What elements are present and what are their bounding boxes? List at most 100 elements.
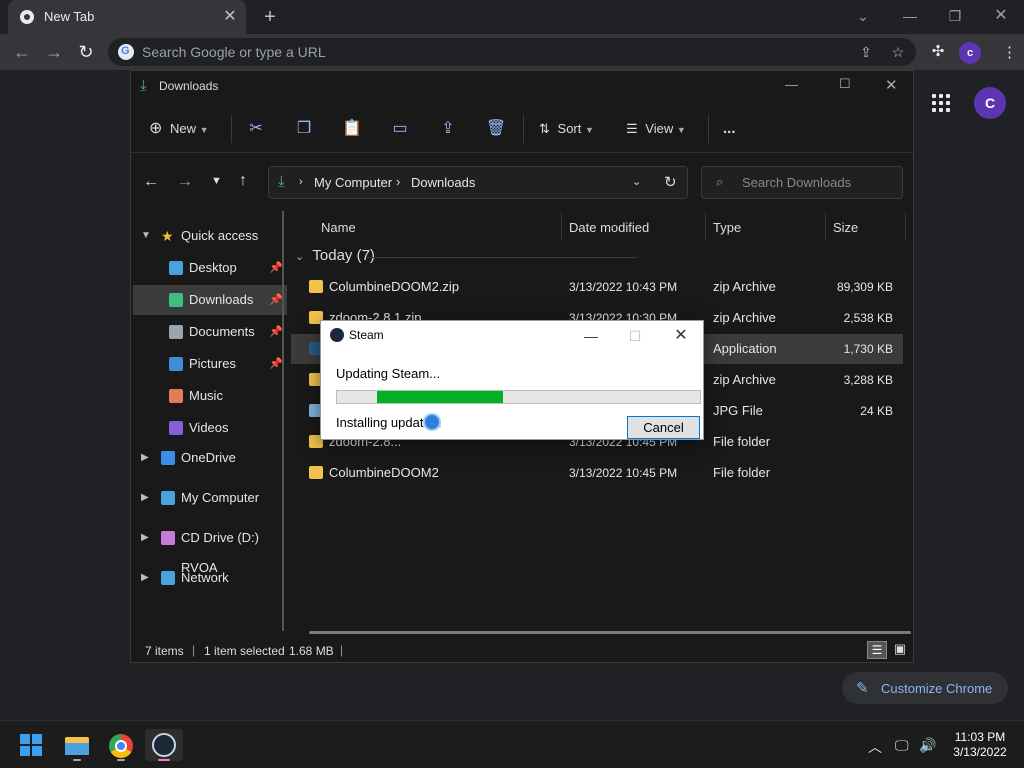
expand-chevron-icon[interactable]: ▶ — [141, 443, 149, 473]
column-header-name[interactable]: Name — [321, 215, 356, 241]
expand-chevron-icon[interactable]: ▶ — [141, 523, 149, 553]
tiles-view-icon[interactable]: ▣ — [891, 641, 909, 659]
steam-update-message: Updating Steam... — [336, 366, 441, 381]
sidebar-group-computer[interactable]: ▶ My Computer — [133, 483, 287, 513]
cut-icon[interactable]: ✂ — [244, 117, 268, 141]
expand-chevron-icon[interactable]: ▶ — [141, 483, 149, 513]
file-date: 3/13/2022 10:45 PM — [569, 466, 678, 480]
paste-icon[interactable]: 📋 — [340, 117, 364, 141]
omnibox[interactable]: Search Google or type a URL ⇪ ☆ — [108, 38, 916, 66]
address-bar[interactable]: ⤓ › My Computer › Downloads ⌄ ↻ — [268, 166, 688, 199]
extensions-puzzle-icon[interactable]: ✣ — [928, 42, 948, 62]
pencil-icon: ✎ — [856, 680, 869, 697]
explorer-maximize-button[interactable]: ☐ — [839, 76, 851, 92]
sort-button[interactable]: ⇅ Sort ▼ — [539, 115, 594, 143]
sort-label: Sort — [557, 121, 582, 136]
reload-icon[interactable]: ↻ — [74, 40, 98, 64]
sidebar-item-desktop[interactable]: Desktop 📌 — [133, 253, 287, 283]
breadcrumb-chevron-icon: › — [299, 176, 303, 188]
volume-icon[interactable]: 🔊 — [919, 737, 936, 754]
rename-icon[interactable]: ▭ — [388, 117, 412, 141]
nav-quick-access[interactable]: ▼ ★ Quick access — [133, 221, 287, 251]
new-button[interactable]: ⊕ New ▼ — [149, 115, 209, 143]
sidebar-group-cd-drive[interactable]: ▶ CD Drive (D:) RVOA — [133, 523, 287, 575]
search-box[interactable]: ⌕ Search Downloads — [701, 166, 903, 199]
sidebar-item-videos[interactable]: Videos — [133, 413, 287, 443]
copy-icon[interactable]: ❐ — [292, 117, 316, 141]
share-icon[interactable]: ⇪ — [856, 42, 876, 62]
tab-title: New Tab — [44, 9, 95, 24]
forward-arrow-icon[interactable]: → — [177, 173, 193, 191]
column-header-date[interactable]: Date modified — [569, 215, 649, 241]
steam-taskbar-button[interactable] — [145, 729, 183, 761]
collapse-chevron-icon[interactable]: ⌄ — [295, 251, 304, 263]
back-arrow-icon[interactable]: ← — [10, 40, 34, 64]
more-options-button[interactable]: ... — [723, 115, 736, 143]
tray-overflow-chevron-icon[interactable]: ︿ — [868, 737, 882, 757]
refresh-icon[interactable]: ↻ — [664, 173, 677, 191]
google-account-avatar[interactable]: C — [974, 87, 1006, 119]
steam-close-button[interactable]: ✕ — [661, 323, 701, 349]
horizontal-scrollbar[interactable] — [309, 631, 911, 634]
address-history-chevron-icon[interactable]: ⌄ — [632, 175, 641, 188]
up-arrow-icon[interactable]: ↑ — [239, 172, 247, 190]
explorer-title: Downloads — [159, 79, 219, 93]
chrome-taskbar-button[interactable] — [102, 729, 140, 761]
explorer-minimize-button[interactable]: — — [785, 77, 798, 92]
sidebar-item-pictures[interactable]: Pictures 📌 — [133, 349, 287, 379]
file-type: zip Archive — [713, 279, 776, 294]
file-row[interactable]: ColumbineDOOM2 3/13/2022 10:45 PM File fol… — [291, 458, 903, 488]
delete-icon[interactable]: 🗑 — [484, 117, 508, 141]
expand-chevron-icon[interactable]: ▼ — [141, 221, 151, 251]
desktop-icon — [169, 261, 183, 275]
steam-update-dialog: Steam — ☐ ✕ Updating Steam... Installing… — [320, 320, 704, 440]
group-header[interactable]: ⌄ Today (7) — [295, 247, 375, 264]
forward-arrow-icon[interactable]: → — [42, 40, 66, 64]
customize-chrome-button[interactable]: ✎ Customize Chrome — [842, 672, 1008, 704]
breadcrumb-my-computer[interactable]: My Computer — [314, 175, 392, 190]
network-status-icon[interactable]: 🖵 — [895, 737, 909, 754]
profile-avatar-small[interactable]: c — [959, 42, 981, 64]
tab-new-tab[interactable]: New Tab ✕ — [8, 0, 246, 34]
google-apps-grid-icon[interactable] — [932, 94, 952, 114]
expand-chevron-icon[interactable]: ▶ — [141, 563, 149, 593]
explorer-title-bar: ⤓ Downloads — ☐ ✕ — [131, 71, 913, 101]
column-header-size[interactable]: Size — [833, 215, 858, 241]
breadcrumb-downloads[interactable]: Downloads — [411, 175, 475, 190]
sidebar-item-documents[interactable]: Documents 📌 — [133, 317, 287, 347]
sidebar-group-network[interactable]: ▶ Network — [133, 563, 287, 593]
new-tab-button[interactable]: + — [258, 5, 282, 29]
tab-search-chevron-icon[interactable]: ⌄ — [851, 5, 875, 27]
column-header-type[interactable]: Type — [713, 215, 741, 241]
sidebar-group-cloud[interactable]: ▶ OneDrive — [133, 443, 287, 473]
plus-circle-icon: ⊕ — [149, 120, 163, 137]
file-explorer-taskbar-button[interactable] — [58, 729, 96, 761]
share-icon[interactable]: ⇪ — [436, 117, 460, 141]
cd-drive-icon — [161, 531, 175, 545]
minimize-window-button[interactable]: — — [898, 5, 922, 27]
command-bar: ⊕ New ▼ ✂ ❐ 📋 ▭ ⇪ 🗑 ⇅ Sort ▼ ☰ View ▼ ..… — [131, 103, 913, 153]
nav-scrollbar[interactable] — [279, 211, 287, 631]
videos-icon — [169, 421, 183, 435]
sidebar-item-music[interactable]: Music — [133, 381, 287, 411]
steam-cancel-button[interactable]: Cancel — [627, 416, 700, 439]
close-tab-icon[interactable]: ✕ — [220, 7, 240, 27]
restore-window-button[interactable]: ❐ — [943, 5, 967, 27]
file-row[interactable]: ColumbineDOOM2.zip 3/13/2022 10:43 PM zip … — [291, 272, 903, 302]
view-button[interactable]: ☰ View ▼ — [626, 115, 686, 143]
search-icon: ⌕ — [716, 174, 724, 189]
chrome-menu-icon[interactable]: ⋮ — [1002, 42, 1017, 64]
sort-icon: ⇅ — [539, 121, 550, 136]
explorer-close-button[interactable]: ✕ — [885, 76, 898, 94]
close-window-button[interactable]: ✕ — [989, 5, 1013, 27]
back-arrow-icon[interactable]: ← — [143, 173, 159, 191]
steam-minimize-button[interactable]: — — [571, 323, 611, 349]
start-button[interactable] — [13, 729, 51, 761]
taskbar-clock[interactable]: 11:03 PM 3/13/2022 — [940, 730, 1020, 760]
recent-locations-chevron-icon[interactable]: ▼ — [211, 175, 222, 187]
details-view-icon[interactable]: ☰ — [867, 641, 887, 659]
file-name: ColumbineDOOM2.zip — [329, 279, 460, 294]
bookmark-star-icon[interactable]: ☆ — [888, 42, 908, 62]
download-icon: ⤓ — [140, 77, 147, 94]
sidebar-item-downloads[interactable]: Downloads 📌 — [133, 285, 287, 315]
